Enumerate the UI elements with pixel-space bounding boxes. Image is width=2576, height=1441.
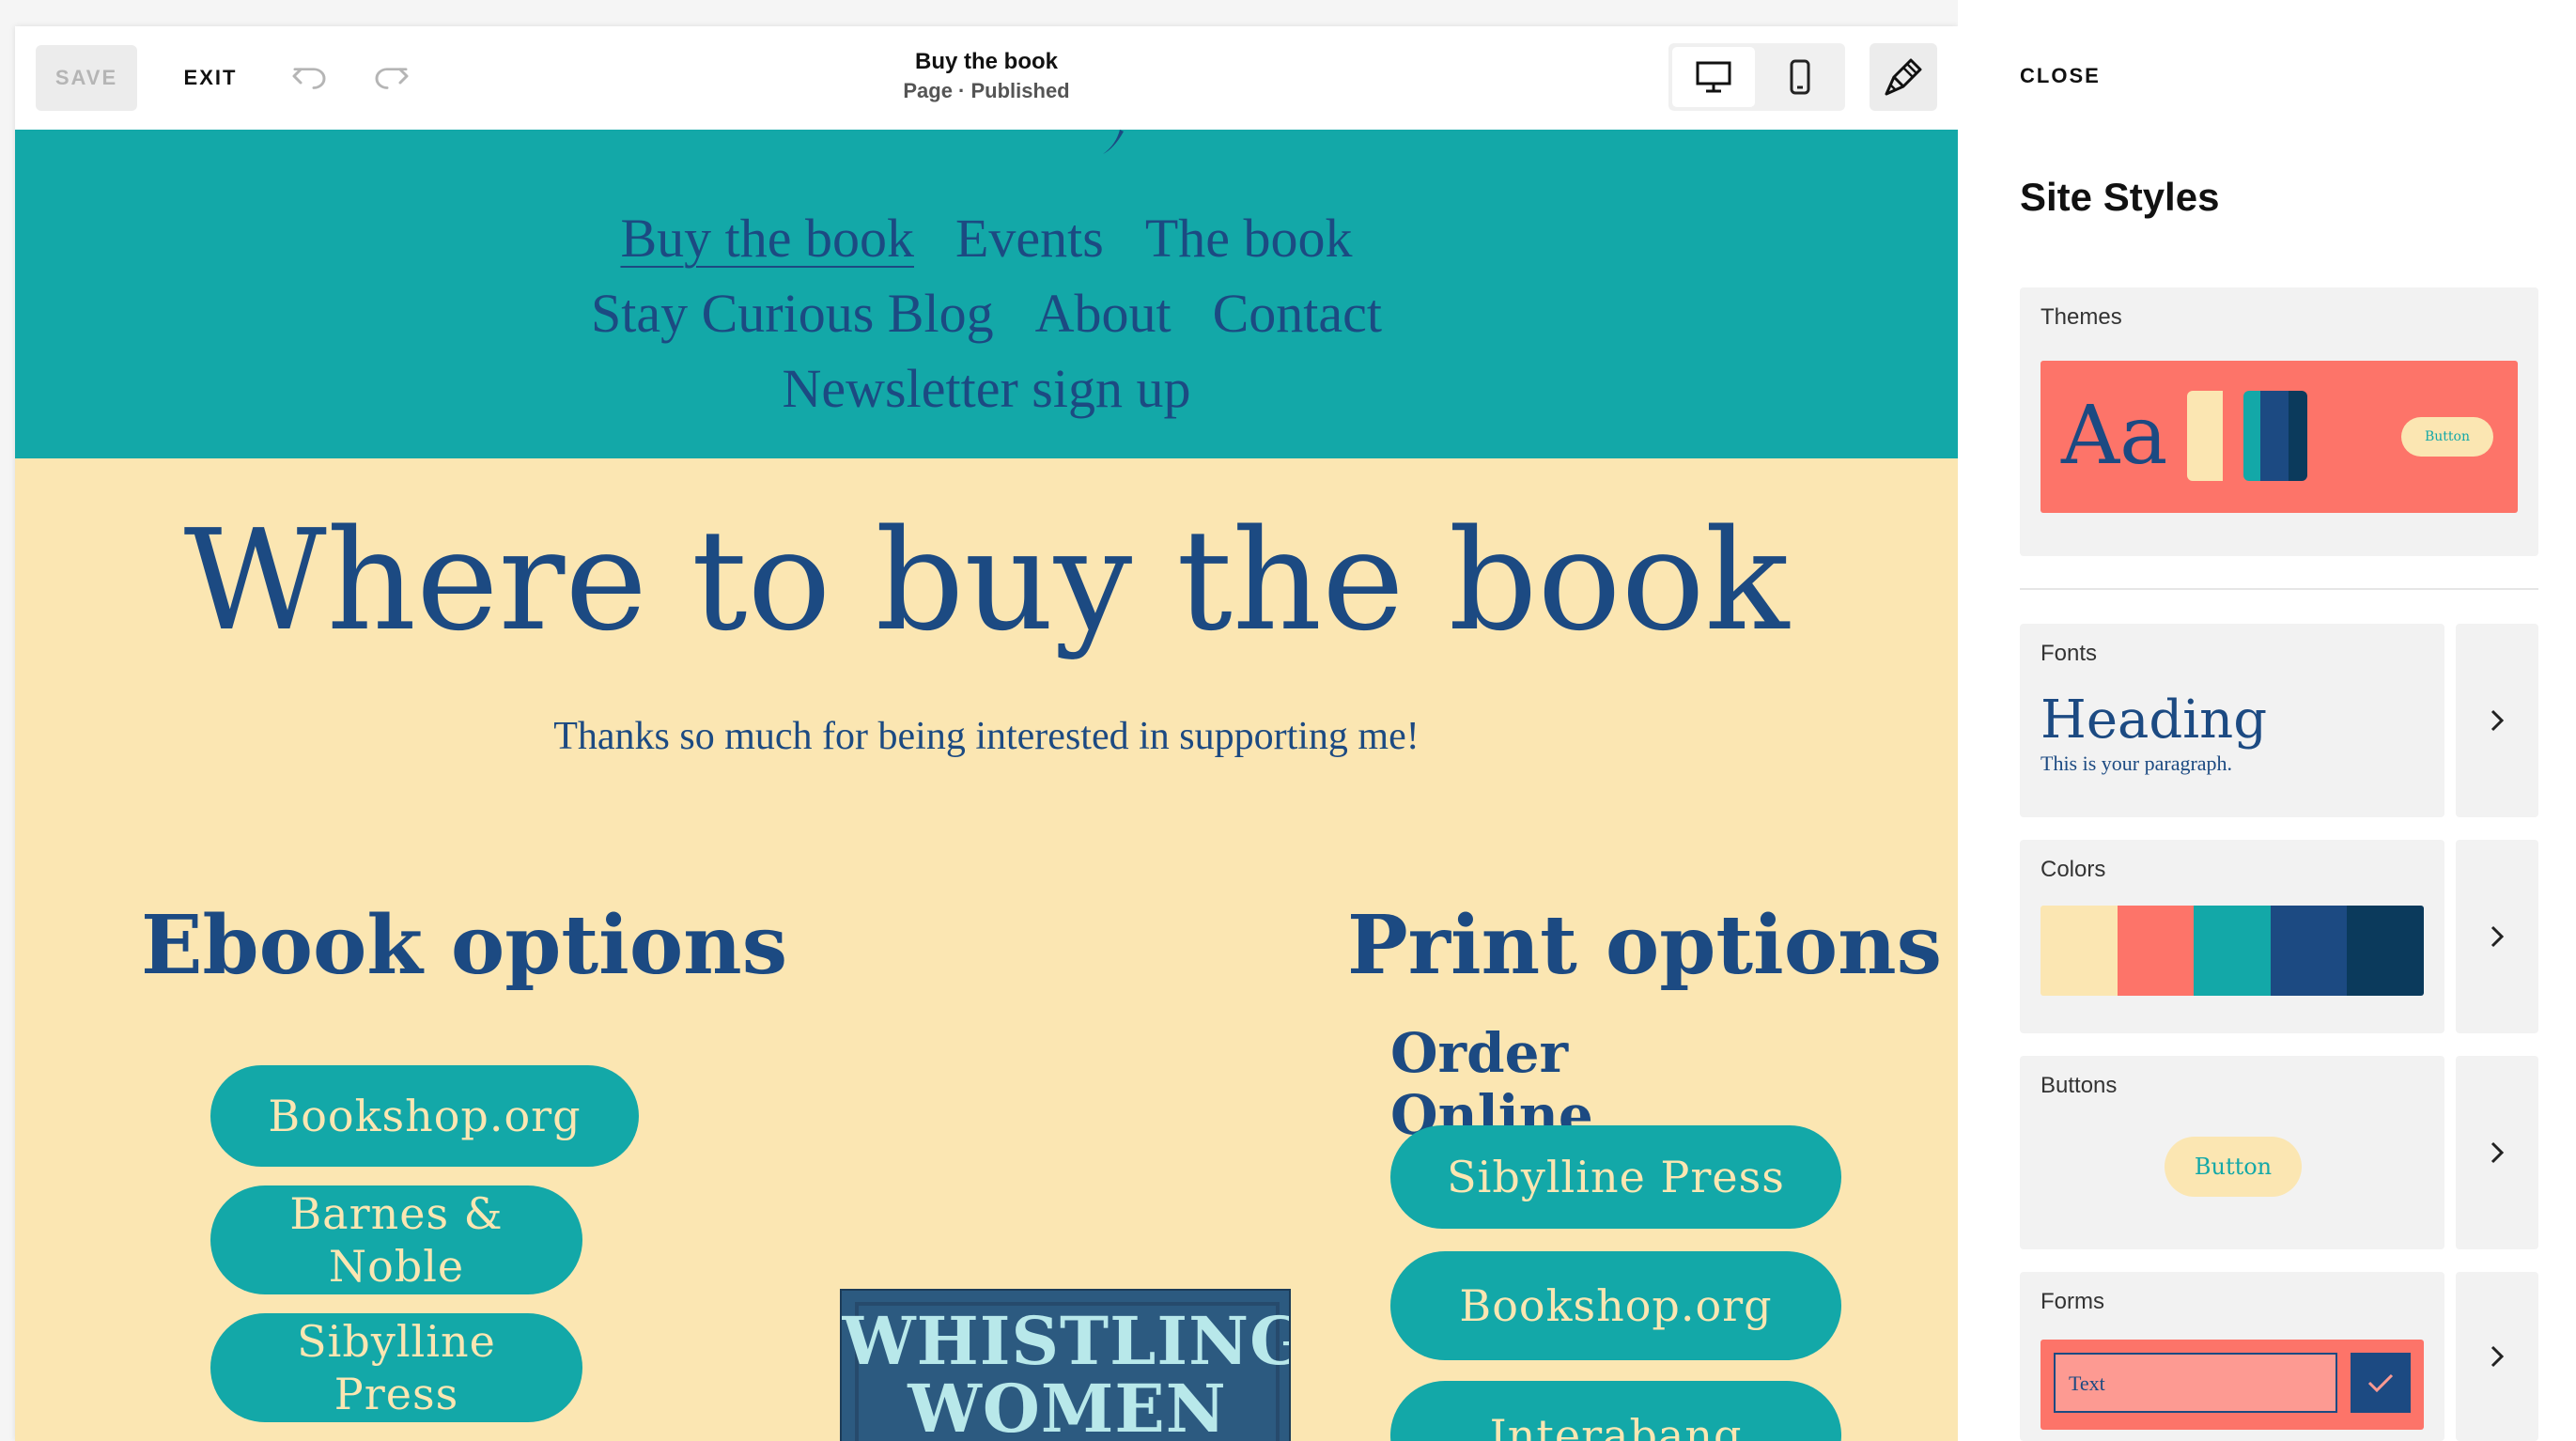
form-input-sample: Text [2054,1353,2337,1413]
book-cover-title: WHISTLING WOMEN [842,1302,1291,1441]
forms-expand-button[interactable] [2456,1272,2538,1441]
nav-row: Buy the book Events The book [15,207,1958,270]
theme-swatch-navy [2289,391,2307,481]
colors-expand-button[interactable] [2456,840,2538,1033]
print-bookshop-button[interactable]: Bookshop.org [1390,1251,1841,1360]
print-options-heading: Print options [1347,898,1943,993]
color-swatch [2270,906,2348,996]
theme-button-sample: Button [2401,417,2493,457]
ebook-bookshop-button[interactable]: Bookshop.org [210,1065,639,1167]
fonts-heading-sample: Heading [2041,690,2268,751]
forms-label: Forms [2041,1289,2104,1314]
ebook-barnes-noble-button[interactable]: Barnes & Noble [210,1185,582,1294]
fonts-paragraph-sample: This is your paragraph. [2041,751,2233,775]
page-status: Page · Published [903,79,1070,102]
chevron-right-icon [2491,925,2505,948]
desktop-view-button[interactable] [1672,47,1755,107]
redo-icon [375,68,409,89]
colors-label: Colors [2041,857,2106,882]
checkmark-icon [2367,1373,2394,1393]
nav-link-about[interactable]: About [1035,283,1172,344]
paintbrush-icon [1885,58,1922,96]
form-checkbox-sample [2351,1353,2411,1413]
site-header: Buy the book Events The book Stay Curious … [15,130,1958,458]
logo-fragment [1103,130,1124,154]
chevron-right-icon [2491,1141,2505,1164]
desktop-icon [1696,61,1731,93]
form-style-preview: Text [2041,1340,2424,1430]
mobile-icon [1790,59,1810,95]
color-swatch [2041,906,2118,996]
fonts-label: Fonts [2041,641,2098,666]
nav-link-blog[interactable]: Stay Curious Blog [591,283,994,344]
colors-card[interactable]: Colors [2020,840,2444,1033]
chevron-right-icon [2491,1345,2505,1368]
nav-row: Stay Curious Blog About Contact [15,282,1958,345]
buttons-expand-button[interactable] [2456,1056,2538,1249]
fonts-card[interactable]: Fonts Heading This is your paragraph. [2020,624,2444,817]
theme-typeface-sample: Aa [2061,389,2168,483]
theme-swatch-blue [2260,391,2289,481]
themes-label: Themes [2041,304,2122,330]
forms-card[interactable]: Forms Text [2020,1272,2444,1441]
panel-title: Site Styles [2020,175,2220,219]
print-sibylline-button[interactable]: Sibylline Press [1390,1125,1841,1229]
nav-row: Newsletter sign up [15,357,1958,420]
book-cover-image: WHISTLING WOMEN [840,1289,1291,1441]
exit-button[interactable]: EXIT [163,45,257,111]
undo-button[interactable] [284,53,336,105]
themes-card[interactable]: Themes Aa Button [2020,287,2538,556]
nav-link-events[interactable]: Events [955,208,1104,269]
button-style-sample: Button [2165,1137,2302,1197]
fonts-expand-button[interactable] [2456,624,2538,817]
page-title: Buy the book [914,49,1058,74]
redo-button[interactable] [365,53,417,105]
theme-swatch-teal [2243,391,2260,481]
ebook-options-heading: Ebook options [141,898,788,993]
buttons-label: Buttons [2041,1073,2118,1098]
theme-swatch-coral [2223,391,2243,481]
nav-link-the-book[interactable]: The book [1145,208,1353,269]
site-styles-button[interactable] [1870,43,1937,111]
close-button[interactable]: CLOSE [2020,64,2101,88]
save-button[interactable]: SAVE [36,45,137,111]
divider [2020,588,2538,590]
nav-link-contact[interactable]: Contact [1213,283,1382,344]
page-info: Buy the book Page · Published [705,47,1268,105]
ebook-sibylline-button[interactable]: Sibylline Press [210,1313,582,1422]
mobile-view-button[interactable] [1759,47,1841,107]
color-swatch [2117,906,2195,996]
nav-link-buy-the-book[interactable]: Buy the book [620,208,914,269]
color-palette [2041,906,2424,996]
color-swatch [2194,906,2271,996]
buttons-card[interactable]: Buttons Button [2020,1056,2444,1249]
nav-link-newsletter[interactable]: Newsletter sign up [783,358,1191,419]
print-interabang-button[interactable]: Interabang [1390,1381,1841,1441]
color-swatch [2347,906,2424,996]
device-toggle [1668,43,1845,111]
editor-canvas: SAVE EXIT Buy the book Page · Published … [15,26,1958,1441]
editor-toolbar: SAVE EXIT Buy the book Page · Published [15,26,1958,130]
undo-icon [292,68,326,89]
chevron-right-icon [2491,709,2505,732]
theme-swatch-cream [2187,391,2223,481]
theme-preview[interactable]: Aa Button [2041,361,2518,513]
site-styles-panel: CLOSE Site Styles Themes Aa Button Fonts… [1958,0,2576,1441]
hero-title: Where to buy the book [183,500,1790,661]
hero-subtitle: Thanks so much for being interested in s… [553,715,1420,758]
